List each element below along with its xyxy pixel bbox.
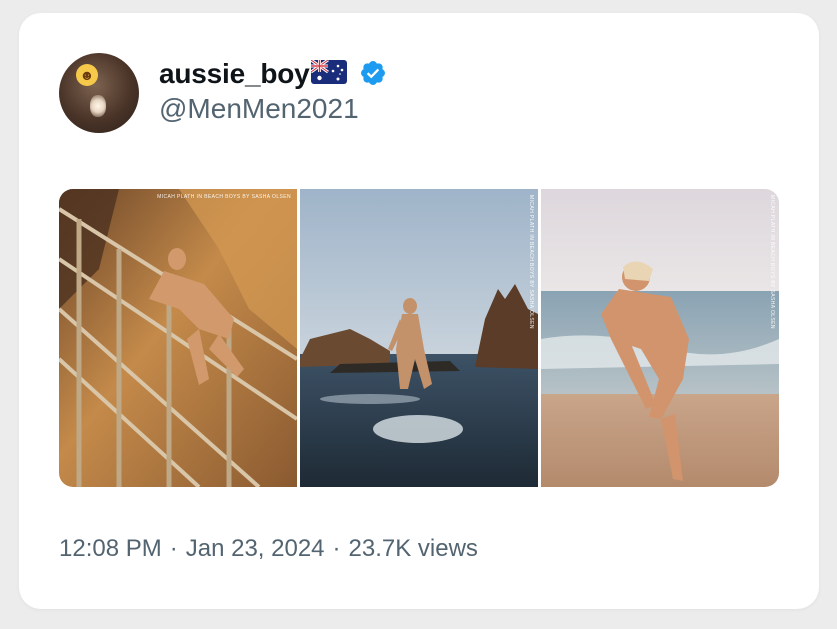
- separator: ·: [169, 535, 178, 562]
- verified-badge-icon: [359, 59, 387, 92]
- tweet-card: ☻ aussie_boy @MenMen2021 MICAH PLATH IN …: [19, 13, 819, 609]
- tweet-date[interactable]: Jan 23, 2024: [186, 535, 325, 563]
- avatar-highlight: [90, 95, 106, 117]
- separator: ·: [332, 535, 341, 562]
- photo-credit: MICAH PLATH IN BEACH BOYS BY SASHA OLSEN: [157, 194, 291, 200]
- photo-staircase[interactable]: MICAH PLATH IN BEACH BOYS BY SASHA OLSEN: [59, 189, 297, 487]
- photo-sea-rocks[interactable]: MICAH PLATH IN BEACH BOYS BY SASHA OLSEN: [300, 189, 538, 487]
- view-count[interactable]: 23.7K views: [349, 535, 478, 563]
- author-handle[interactable]: @MenMen2021: [159, 93, 359, 125]
- tweet-metadata: 12:08 PM · Jan 23, 2024 · 23.7K views: [59, 535, 478, 563]
- photo-credit: MICAH PLATH IN BEACH BOYS BY SASHA OLSEN: [528, 195, 534, 329]
- display-name[interactable]: aussie_boy: [159, 58, 310, 90]
- photo-beach[interactable]: MICAH PLATH IN BEACH BOYS BY SASHA OLSEN: [541, 189, 779, 487]
- tweet-time[interactable]: 12:08 PM: [59, 535, 162, 563]
- australia-flag-icon: [309, 58, 347, 89]
- media-grid: MICAH PLATH IN BEACH BOYS BY SASHA OLSEN: [59, 189, 779, 487]
- author-name-row: aussie_boy: [159, 57, 387, 91]
- sticker-face-icon: ☻: [76, 64, 98, 86]
- photo-credit: MICAH PLATH IN BEACH BOYS BY SASHA OLSEN: [769, 195, 775, 329]
- avatar[interactable]: ☻: [59, 53, 139, 133]
